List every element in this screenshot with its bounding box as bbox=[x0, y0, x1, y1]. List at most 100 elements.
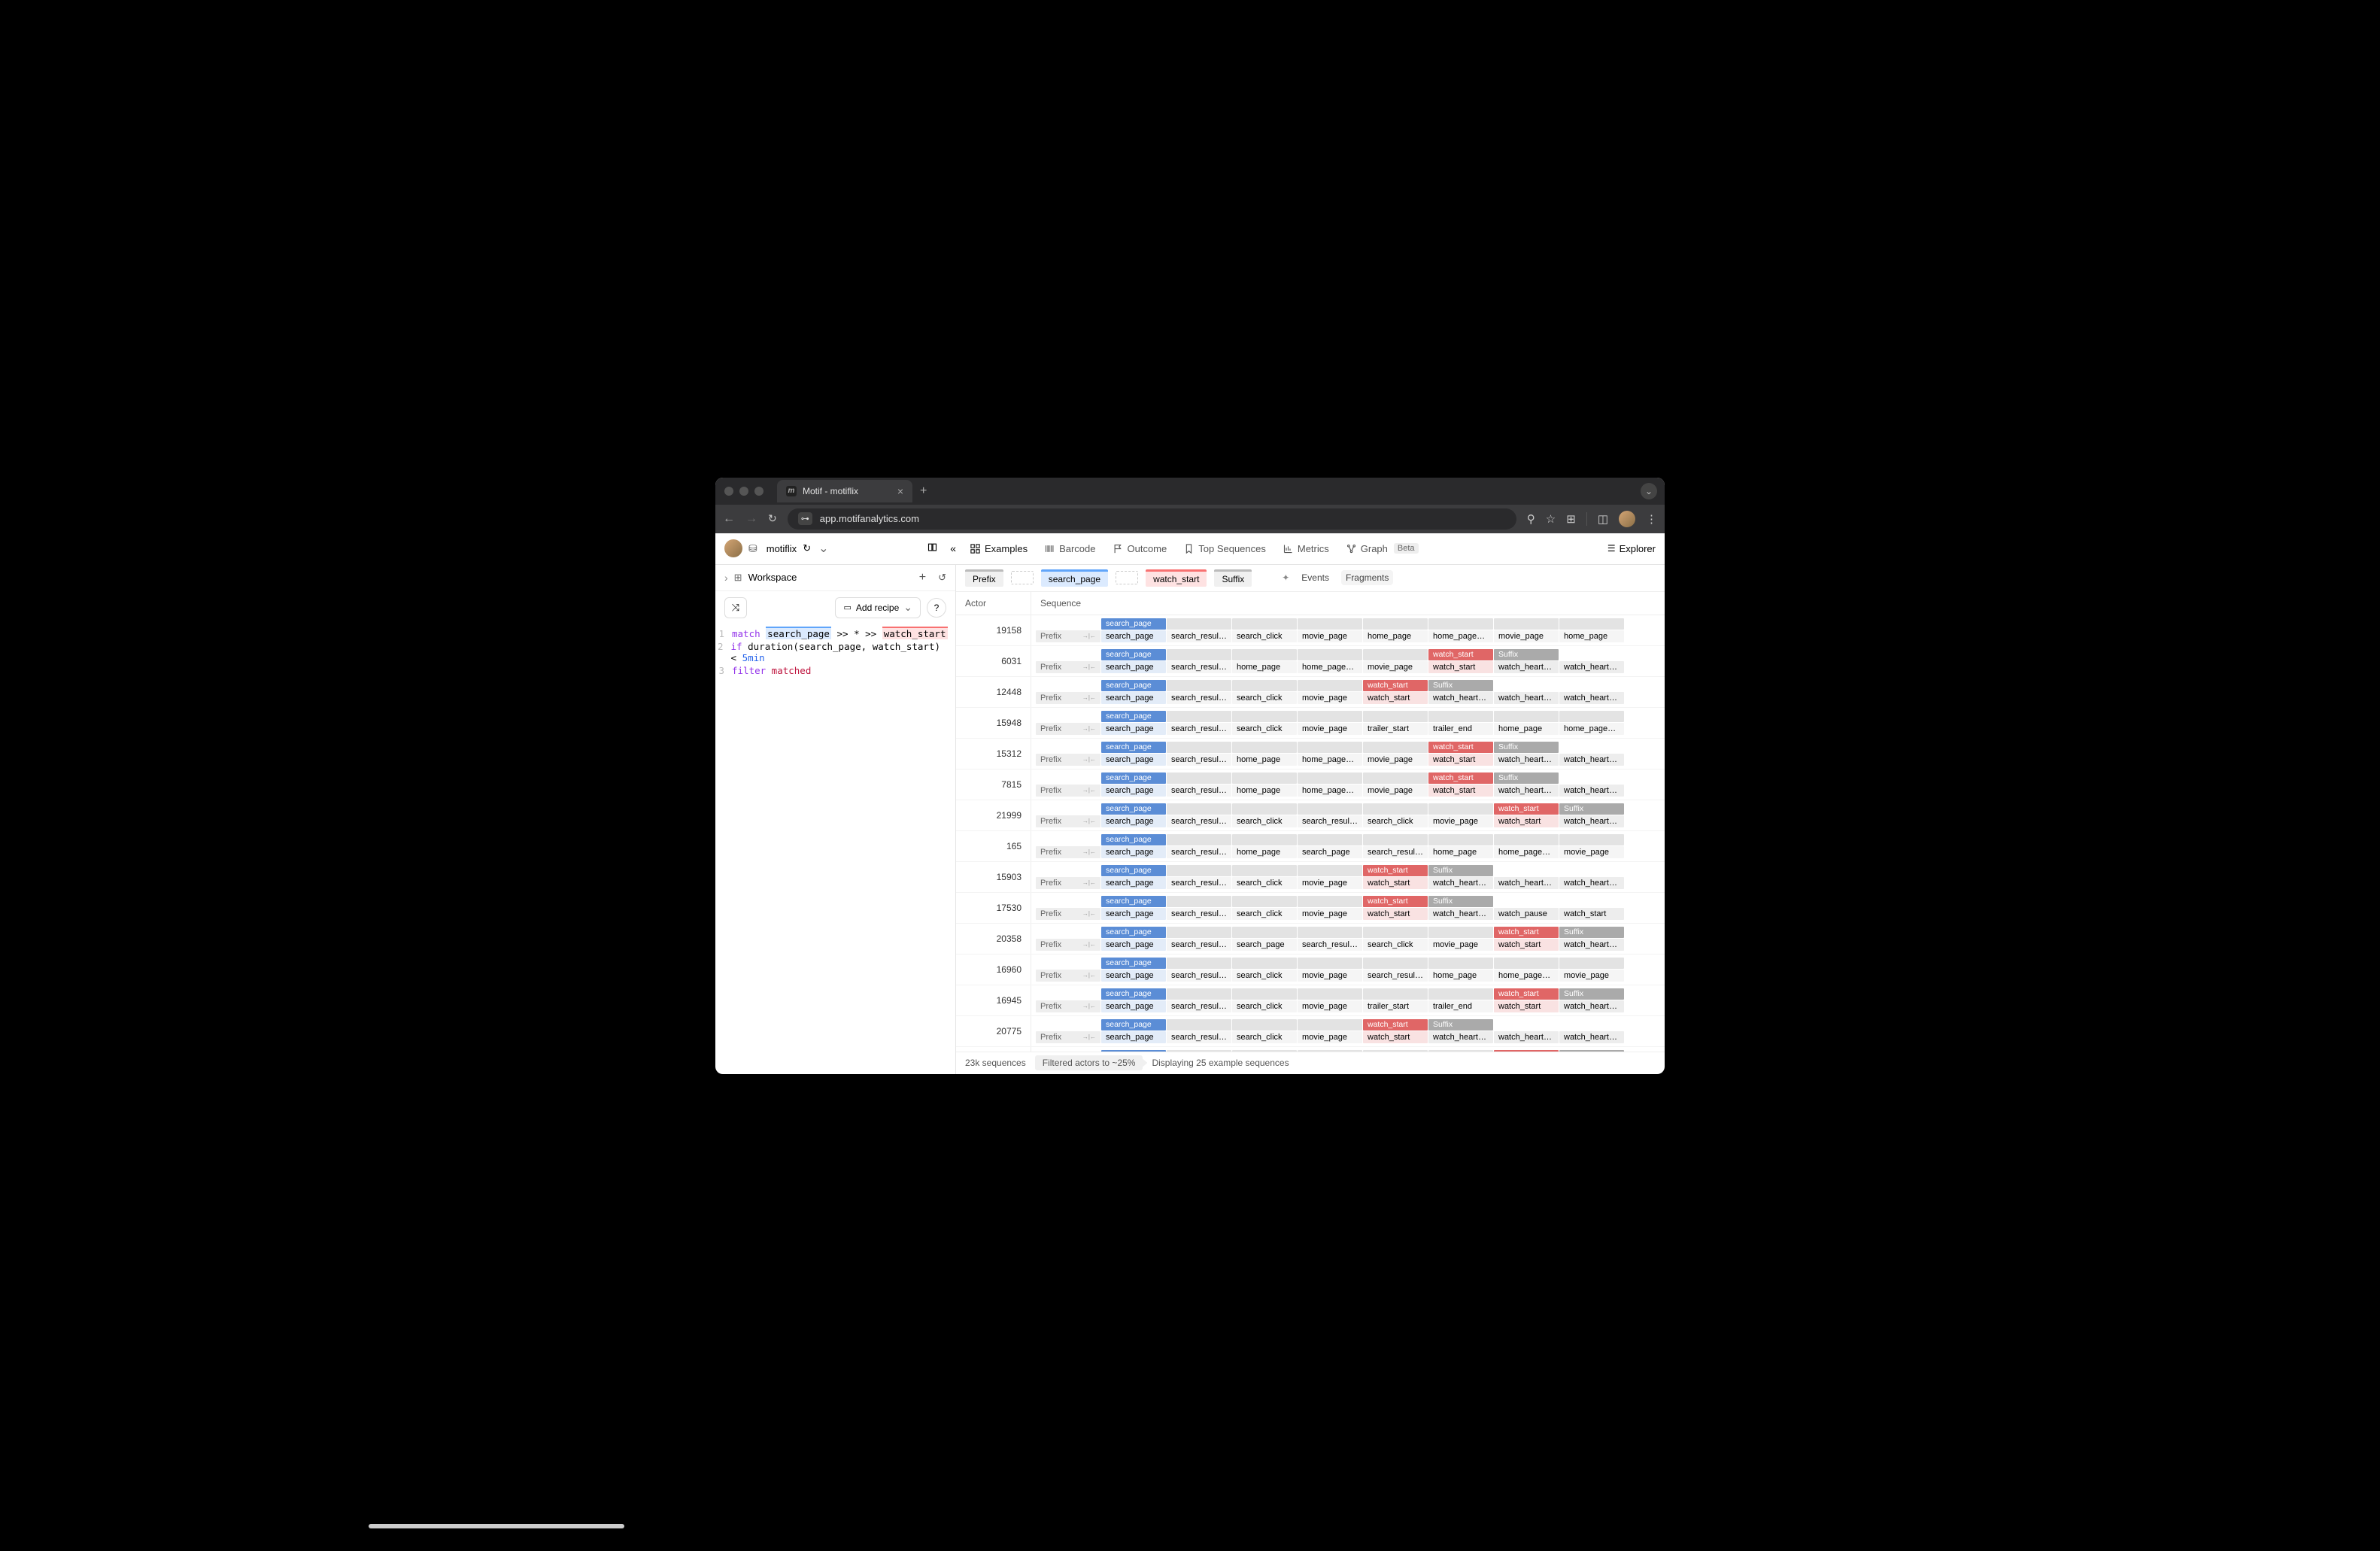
prefix-cell[interactable]: Prefix bbox=[1036, 661, 1100, 673]
table-row[interactable]: 7815search_pagewatch_startSuffixPrefixse… bbox=[956, 769, 1665, 800]
prefix-cell[interactable]: Prefix bbox=[1036, 785, 1100, 797]
event-cell[interactable]: home_page bbox=[1494, 723, 1559, 735]
event-cell[interactable]: home_page_click bbox=[1494, 970, 1559, 982]
event-cell[interactable]: search_page bbox=[1101, 846, 1166, 858]
close-window-button[interactable] bbox=[724, 487, 733, 496]
event-cell[interactable]: watch_pause bbox=[1494, 908, 1559, 920]
table-row[interactable]: 19158search_pagePrefixsearch_pagesearch_… bbox=[956, 615, 1665, 646]
event-cell[interactable]: watch_start bbox=[1494, 939, 1559, 951]
event-cell[interactable]: search_page bbox=[1232, 939, 1297, 951]
gap-chip[interactable] bbox=[1116, 571, 1138, 584]
event-cell[interactable]: search_results_... bbox=[1298, 939, 1362, 951]
event-cell[interactable]: watch_heartbeat bbox=[1494, 661, 1559, 673]
event-cell[interactable]: search_click bbox=[1232, 908, 1297, 920]
event-cell[interactable]: home_page bbox=[1232, 785, 1297, 797]
explorer-button[interactable]: Explorer bbox=[1607, 543, 1656, 554]
event-cell[interactable]: movie_page bbox=[1298, 630, 1362, 642]
prefix-cell[interactable]: Prefix bbox=[1036, 970, 1100, 982]
event-cell[interactable]: watch_start bbox=[1428, 785, 1493, 797]
event-cell[interactable]: search_page bbox=[1298, 846, 1362, 858]
event-cell[interactable]: movie_page bbox=[1298, 1031, 1362, 1043]
event-cell[interactable]: trailer_start bbox=[1363, 723, 1428, 735]
event-cell[interactable]: search_results_... bbox=[1167, 661, 1231, 673]
event-cell[interactable]: watch_heartbeat bbox=[1494, 692, 1559, 704]
event-cell[interactable]: search_page bbox=[1101, 908, 1166, 920]
event-cell[interactable]: search_click bbox=[1232, 815, 1297, 827]
event-cell[interactable]: watch_start bbox=[1363, 908, 1428, 920]
expand-tabs-icon[interactable]: ⌄ bbox=[1641, 483, 1657, 499]
workspace-row[interactable]: Workspace + bbox=[715, 565, 955, 591]
event-cell[interactable]: search_page bbox=[1101, 692, 1166, 704]
event-cell[interactable]: watch_heartbeat bbox=[1428, 877, 1493, 889]
table-row[interactable]: 17530search_pagewatch_startSuffixPrefixs… bbox=[956, 893, 1665, 924]
event-cell[interactable]: watch_start bbox=[1428, 754, 1493, 766]
event-cell[interactable]: movie_page bbox=[1363, 785, 1428, 797]
minimize-window-button[interactable] bbox=[739, 487, 748, 496]
event-cell[interactable]: search_page bbox=[1101, 1031, 1166, 1043]
event-cell[interactable]: search_click bbox=[1232, 1031, 1297, 1043]
prefix-cell[interactable]: Prefix bbox=[1036, 815, 1100, 827]
table-row[interactable]: 165search_pagePrefixsearch_pagesearch_re… bbox=[956, 831, 1665, 862]
new-tab-button[interactable]: + bbox=[912, 484, 934, 498]
event-cell[interactable]: search_results_... bbox=[1167, 970, 1231, 982]
event-cell[interactable]: search_page bbox=[1101, 877, 1166, 889]
event-cell[interactable]: search_click bbox=[1363, 815, 1428, 827]
tab-barcode[interactable]: Barcode bbox=[1038, 539, 1101, 559]
event-cell[interactable]: movie_page bbox=[1298, 908, 1362, 920]
prefix-cell[interactable]: Prefix bbox=[1036, 692, 1100, 704]
event-cell[interactable]: movie_page bbox=[1363, 661, 1428, 673]
event-cell[interactable]: movie_page bbox=[1298, 970, 1362, 982]
add-recipe-button[interactable]: Add recipe bbox=[835, 597, 921, 618]
event-cell[interactable]: watch_heartbeat bbox=[1559, 754, 1624, 766]
maximize-window-button[interactable] bbox=[754, 487, 763, 496]
event-cell[interactable]: search_click bbox=[1232, 877, 1297, 889]
tab-graph[interactable]: Graph Beta bbox=[1340, 539, 1425, 559]
event-cell[interactable]: watch_heartbeat bbox=[1494, 1031, 1559, 1043]
prefix-cell[interactable]: Prefix bbox=[1036, 1031, 1100, 1043]
watch-start-chip[interactable]: watch_start bbox=[1146, 569, 1207, 587]
gap-chip[interactable] bbox=[1011, 571, 1034, 584]
event-cell[interactable]: watch_heartbeat bbox=[1559, 939, 1624, 951]
event-cell[interactable]: watch_heartbeat bbox=[1428, 692, 1493, 704]
search-page-chip[interactable]: search_page bbox=[1041, 569, 1108, 587]
event-cell[interactable]: trailer_end bbox=[1428, 723, 1493, 735]
event-cell[interactable]: search_results_... bbox=[1363, 846, 1428, 858]
event-cell[interactable]: movie_page bbox=[1298, 877, 1362, 889]
table-row[interactable]: 12448search_pagewatch_startSuffixPrefixs… bbox=[956, 677, 1665, 708]
event-cell[interactable]: watch_start bbox=[1428, 661, 1493, 673]
table-row[interactable]: 15903search_pagewatch_startSuffixPrefixs… bbox=[956, 862, 1665, 893]
tab-metrics[interactable]: Metrics bbox=[1277, 539, 1335, 559]
event-cell[interactable]: watch_heartbeat bbox=[1559, 661, 1624, 673]
event-cell[interactable]: movie_page bbox=[1298, 1000, 1362, 1012]
event-cell[interactable]: search_page bbox=[1101, 970, 1166, 982]
event-cell[interactable]: watch_heartbeat bbox=[1428, 908, 1493, 920]
event-cell[interactable]: search_results_... bbox=[1167, 939, 1231, 951]
table-row[interactable]: 21999search_pagewatch_startSuffixPrefixs… bbox=[956, 800, 1665, 831]
prefix-cell[interactable]: Prefix bbox=[1036, 846, 1100, 858]
table-row[interactable]: 15948search_pagePrefixsearch_pagesearch_… bbox=[956, 708, 1665, 739]
event-cell[interactable]: home_page bbox=[1363, 630, 1428, 642]
event-cell[interactable]: watch_start bbox=[1559, 908, 1624, 920]
event-cell[interactable]: search_results_... bbox=[1167, 908, 1231, 920]
event-cell[interactable]: search_click bbox=[1363, 939, 1428, 951]
event-cell[interactable]: movie_page bbox=[1298, 723, 1362, 735]
event-cell[interactable]: movie_page bbox=[1494, 630, 1559, 642]
event-cell[interactable]: search_results_... bbox=[1167, 692, 1231, 704]
event-cell[interactable]: search_results_... bbox=[1167, 630, 1231, 642]
suffix-chip[interactable]: Suffix bbox=[1214, 569, 1252, 587]
event-cell[interactable]: watch_heartbeat bbox=[1559, 815, 1624, 827]
prefix-cell[interactable]: Prefix bbox=[1036, 877, 1100, 889]
event-cell[interactable]: search_results_... bbox=[1167, 846, 1231, 858]
prefix-chip[interactable]: Prefix bbox=[965, 569, 1003, 587]
event-cell[interactable]: watch_start bbox=[1494, 815, 1559, 827]
event-cell[interactable]: home_page_click bbox=[1298, 785, 1362, 797]
user-avatar[interactable] bbox=[724, 539, 742, 557]
table-row[interactable]: 6031search_pagewatch_startSuffixPrefixse… bbox=[956, 646, 1665, 677]
profile-avatar-icon[interactable] bbox=[1619, 511, 1635, 527]
side-panel-icon[interactable]: ◫ bbox=[1598, 512, 1608, 526]
refresh-workspace-icon[interactable] bbox=[803, 542, 811, 554]
event-cell[interactable]: search_click bbox=[1232, 1000, 1297, 1012]
event-cell[interactable]: search_results_... bbox=[1298, 815, 1362, 827]
event-cell[interactable]: home_page bbox=[1428, 846, 1493, 858]
event-cell[interactable]: search_results_... bbox=[1363, 970, 1428, 982]
